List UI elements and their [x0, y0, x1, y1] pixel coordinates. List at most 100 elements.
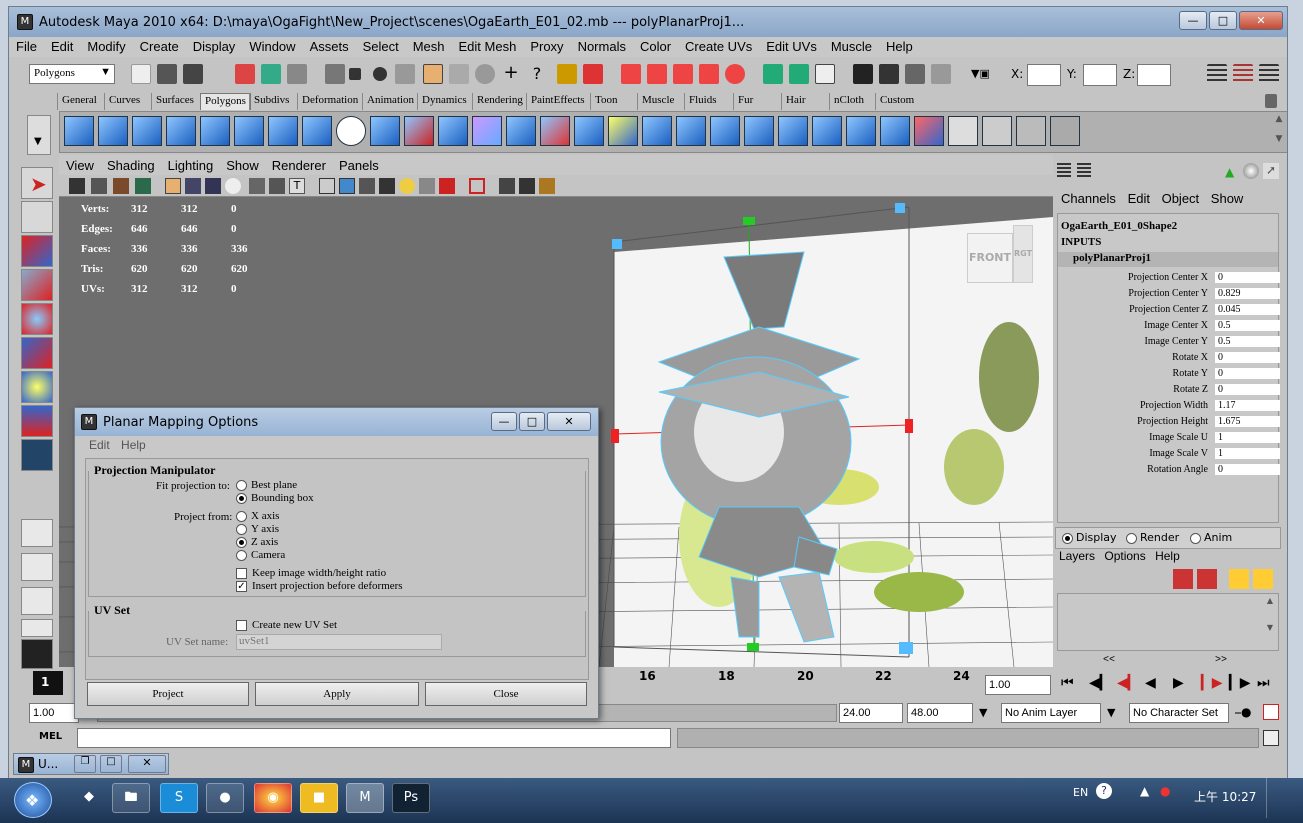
channel-row[interactable]: Rotation Angle 0: [1058, 464, 1280, 480]
xray-icon[interactable]: [379, 178, 395, 194]
vp-menu-show[interactable]: Show: [219, 155, 265, 173]
menu-proxy[interactable]: Proxy: [523, 37, 570, 54]
mel-label[interactable]: MEL: [39, 731, 62, 742]
image-plane-icon[interactable]: [135, 178, 151, 194]
offset-edge-loop-icon[interactable]: [676, 116, 706, 146]
shelf-tab-curves[interactable]: Curves: [104, 93, 144, 110]
close-button[interactable]: ✕: [1239, 11, 1283, 30]
chevron-down-icon[interactable]: ▼: [1107, 706, 1115, 719]
checker-uv-icon[interactable]: [948, 116, 978, 146]
manip-handle[interactable]: [743, 217, 755, 225]
open-scene-icon[interactable]: [157, 64, 177, 84]
universal-manipulator-icon[interactable]: [21, 371, 53, 403]
dialog-titlebar[interactable]: M Planar Mapping Options — □ ✕: [75, 408, 598, 436]
chrome-taskbar-button[interactable]: ◉: [254, 783, 292, 813]
current-time-field[interactable]: 1.00: [985, 675, 1051, 695]
language-indicator[interactable]: EN: [1073, 786, 1088, 799]
close-dialog-button[interactable]: Close: [425, 682, 587, 706]
render-settings-icon[interactable]: [905, 64, 925, 84]
paint-select-tool-icon[interactable]: [21, 235, 53, 267]
uv-set-name-input[interactable]: uvSet1: [236, 634, 442, 650]
channel-attr-value[interactable]: 0.829: [1215, 288, 1280, 299]
current-frame-marker[interactable]: 1: [33, 671, 63, 695]
bevel-icon[interactable]: [778, 116, 808, 146]
photoshop-taskbar-button[interactable]: Ps: [392, 783, 430, 813]
menu-select[interactable]: Select: [356, 37, 406, 54]
merge-vertices-icon[interactable]: [744, 116, 774, 146]
apply-button[interactable]: Apply: [255, 682, 419, 706]
frame-all-icon[interactable]: [519, 178, 535, 194]
project-button[interactable]: Project: [87, 682, 249, 706]
high-quality-icon[interactable]: [539, 178, 555, 194]
smooth-shade-icon[interactable]: [339, 178, 355, 194]
keep-ratio-checkbox[interactable]: [236, 568, 247, 579]
snap-grid-icon[interactable]: [325, 64, 345, 84]
layer-icon-a[interactable]: [1229, 569, 1249, 589]
bridge-icon[interactable]: [540, 116, 570, 146]
channel-attr-value[interactable]: 0.5: [1215, 336, 1280, 347]
menu-normals[interactable]: Normals: [571, 37, 633, 54]
channel-row[interactable]: Rotate X 0: [1058, 352, 1280, 368]
shelf-tab-hair[interactable]: Hair: [781, 93, 810, 110]
select-tool-icon[interactable]: ➤: [21, 167, 53, 199]
menu-help[interactable]: Help: [879, 37, 920, 54]
select-curve-icon[interactable]: [395, 64, 415, 84]
x-field[interactable]: [1027, 64, 1061, 86]
brush-icon[interactable]: ➚: [1263, 163, 1279, 179]
layer-menu-options[interactable]: Options: [1098, 549, 1145, 563]
move-tool-icon[interactable]: [21, 269, 53, 301]
menu-assets[interactable]: Assets: [303, 37, 356, 54]
poly-cone-icon[interactable]: [166, 116, 196, 146]
safe-action-icon[interactable]: [269, 178, 285, 194]
clock[interactable]: 上午 10:27: [1194, 788, 1256, 805]
go-to-start-icon[interactable]: ⏮: [1061, 675, 1074, 691]
channel-row[interactable]: Rotate Z 0: [1058, 384, 1280, 400]
channel-attr-value[interactable]: 1.17: [1215, 400, 1280, 411]
shelf-tab-muscle[interactable]: Muscle: [637, 93, 678, 110]
snap-to-curves-icon[interactable]: [647, 64, 667, 84]
snap-to-view-planes-icon[interactable]: [699, 64, 719, 84]
output-ops-icon[interactable]: [789, 64, 809, 84]
maya-taskbar-button[interactable]: M: [346, 783, 384, 813]
slide-edge-icon[interactable]: [710, 116, 740, 146]
volume-muted-icon[interactable]: ●: [1160, 784, 1170, 798]
camera-attributes-icon[interactable]: [91, 178, 107, 194]
film-gate-icon[interactable]: [185, 178, 201, 194]
create-uv-set-checkbox[interactable]: [236, 620, 247, 631]
manip-handle[interactable]: [747, 643, 759, 651]
key-icon[interactable]: ⎯●: [1235, 705, 1251, 720]
hypershade-icon[interactable]: [931, 64, 951, 84]
construction-history-icon[interactable]: [815, 64, 835, 84]
menu-set-dropdown[interactable]: Polygons ▼: [29, 64, 115, 84]
explorer-taskbar-button[interactable]: 🖿: [112, 783, 150, 813]
channel-row[interactable]: Rotate Y 0: [1058, 368, 1280, 384]
channel-attr-value[interactable]: 1: [1215, 448, 1280, 459]
save-scene-icon[interactable]: [183, 64, 203, 84]
layer-icon-b[interactable]: [1253, 569, 1273, 589]
anim-radio[interactable]: [1190, 533, 1201, 544]
smooth-icon[interactable]: [472, 116, 502, 146]
z-axis-radio[interactable]: [236, 537, 247, 548]
menu-muscle[interactable]: Muscle: [824, 37, 879, 54]
bounding-box-radio[interactable]: [236, 493, 247, 504]
new-layer-icon[interactable]: [1173, 569, 1193, 589]
wedge-icon[interactable]: [812, 116, 842, 146]
sculpt-geometry-icon[interactable]: [914, 116, 944, 146]
vp-menu-panels[interactable]: Panels: [332, 155, 385, 173]
z-field[interactable]: [1137, 64, 1171, 86]
poly-pipe-icon[interactable]: [302, 116, 332, 146]
quicklaunch-icon[interactable]: ◆: [70, 783, 108, 813]
vp-menu-shading[interactable]: Shading: [100, 155, 161, 173]
menu-modify[interactable]: Modify: [80, 37, 132, 54]
shelf-tab-fur[interactable]: Fur: [733, 93, 757, 110]
shelf-tab-ncloth[interactable]: nCloth: [829, 93, 868, 110]
menu-edit[interactable]: Edit: [44, 37, 80, 54]
vp-menu-view[interactable]: View: [59, 155, 100, 173]
tool-settings-icon[interactable]: [1233, 64, 1253, 84]
go-to-end-icon[interactable]: ⏭: [1257, 675, 1270, 691]
dialog-menu-help[interactable]: Help: [113, 438, 146, 452]
bookmarks-icon[interactable]: [113, 178, 129, 194]
step-back-icon[interactable]: ◀▎: [1089, 675, 1111, 691]
manip-handle[interactable]: [611, 429, 619, 443]
vp-menu-renderer[interactable]: Renderer: [265, 155, 332, 173]
